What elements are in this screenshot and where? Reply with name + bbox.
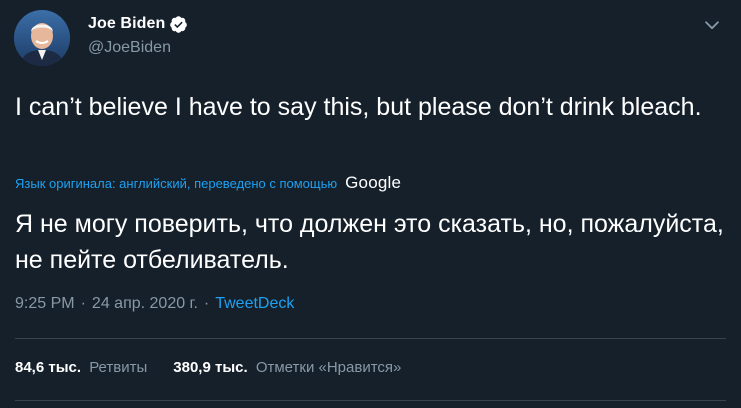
tweet-card: Joe Biden @JoeBiden I can’t believe I ha… — [0, 0, 741, 408]
meta-separator: · — [203, 295, 210, 312]
author-name-row[interactable]: Joe Biden — [88, 13, 188, 35]
tweet-date[interactable]: 24 апр. 2020 г. — [92, 295, 198, 313]
divider — [15, 400, 726, 401]
chevron-down-icon[interactable] — [701, 14, 723, 36]
tweet-source-link[interactable]: TweetDeck — [215, 295, 294, 313]
likes-stat[interactable]: 380,9 тыс. Отметки «Нравится» — [173, 359, 401, 376]
meta-separator: · — [80, 295, 86, 312]
tweet-text: I can’t believe I have to say this, but … — [15, 93, 702, 121]
tweet-meta: 9:25 PM · 24 апр. 2020 г. · TweetDeck — [15, 295, 294, 313]
avatar[interactable] — [14, 10, 70, 66]
tweet-stats: 84,6 тыс. Ретвиты 380,9 тыс. Отметки «Нр… — [15, 359, 401, 376]
translated-text: Я не могу поверить, что должен это сказа… — [15, 210, 724, 274]
author-handle[interactable]: @JoeBiden — [88, 39, 171, 57]
translation-note-link[interactable]: Язык оригинала: английский, переведено с… — [15, 176, 337, 191]
translation-attribution: Язык оригинала: английский, переведено с… — [15, 172, 401, 194]
avatar-image — [14, 10, 70, 66]
retweets-stat[interactable]: 84,6 тыс. Ретвиты — [15, 359, 147, 376]
verified-badge-icon — [169, 15, 188, 34]
divider — [15, 338, 726, 339]
retweets-label: Ретвиты — [89, 359, 148, 376]
likes-count: 380,9 тыс. — [173, 359, 248, 376]
retweets-count: 84,6 тыс. — [15, 359, 82, 376]
tweet-time[interactable]: 9:25 PM — [15, 295, 75, 313]
likes-label: Отметки «Нравится» — [255, 359, 402, 376]
author-display-name[interactable]: Joe Biden — [88, 15, 165, 33]
google-logo: Google — [345, 173, 402, 192]
